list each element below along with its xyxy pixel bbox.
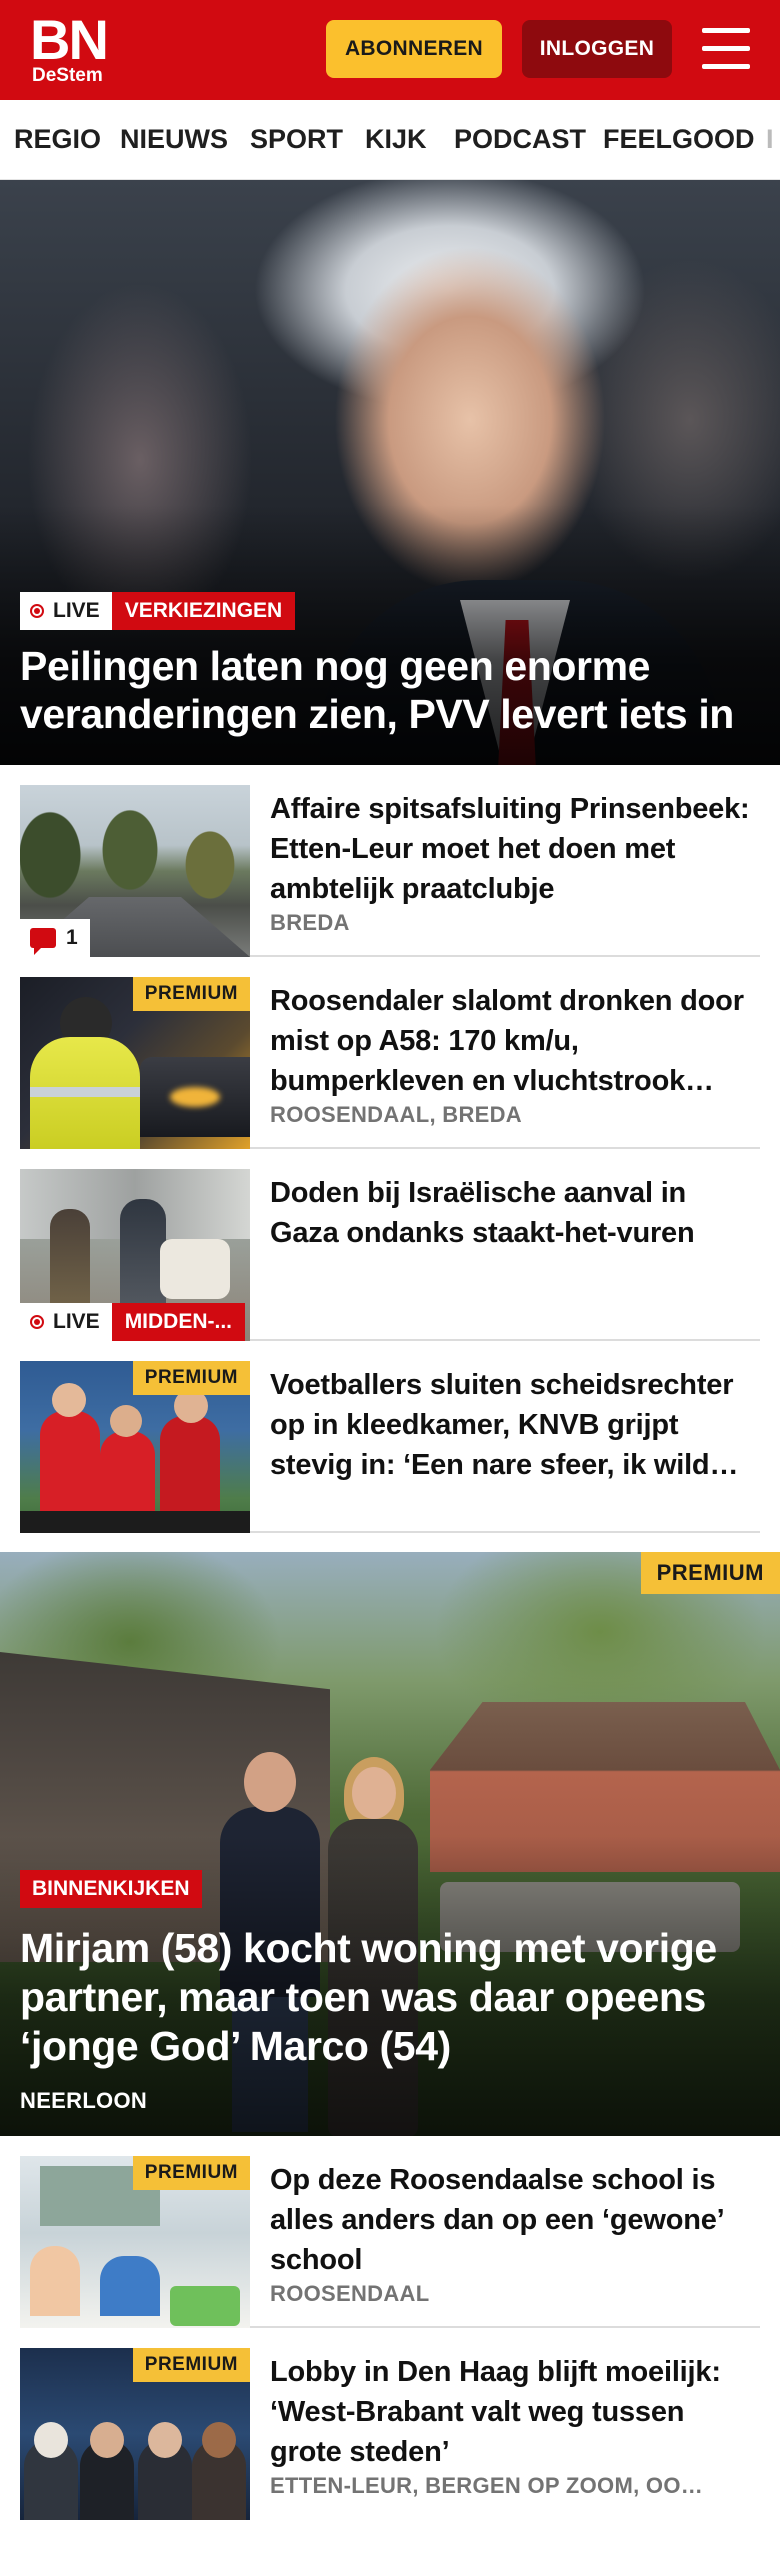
live-badge: LIVE — [20, 592, 112, 630]
nav-item-regio[interactable]: REGIO — [14, 100, 101, 179]
comment-count: 1 — [66, 926, 78, 949]
article-thumbnail: LIVE MIDDEN-... — [20, 1169, 250, 1341]
category-badge: VERKIEZINGEN — [111, 592, 296, 630]
feature-location: NEERLOON — [20, 2088, 148, 2113]
article-thumbnail: 1 — [20, 785, 250, 957]
top-bar: BN DeStem ABONNEREN INLOGGEN — [0, 0, 780, 100]
login-button[interactable]: INLOGGEN — [522, 20, 672, 78]
premium-badge: PREMIUM — [132, 1361, 250, 1395]
list-item[interactable]: PREMIUM Roosendaler slalomt dronken door… — [20, 957, 760, 1149]
section-nav: REGIO NIEUWS SPORT KIJK PODCAST FEELGOOD… — [0, 100, 780, 180]
subscribe-button[interactable]: ABONNEREN — [326, 20, 502, 78]
premium-badge: PREMIUM — [640, 1552, 780, 1594]
article-thumbnail: PREMIUM — [20, 977, 250, 1149]
article-location: ETTEN-LEUR, BERGEN OP ZOOM, OO… — [270, 2473, 704, 2498]
list-item[interactable]: PREMIUM Voetballers sluiten scheidsrech­… — [20, 1341, 760, 1533]
article-thumbnail: PREMIUM — [20, 2348, 250, 2520]
article-title[interactable]: Lobby in Den Haag blijft moeilijk: ‘West… — [270, 2352, 760, 2472]
bn-destem-logo[interactable]: BN DeStem — [30, 8, 120, 88]
list-item[interactable]: 1 Affaire spitsafsluiting Prinsen­beek: … — [20, 765, 760, 957]
article-title[interactable]: Op deze Roosendaalse school is alles and… — [270, 2160, 760, 2280]
comment-count-badge: 1 — [20, 919, 90, 957]
article-thumbnail: PREMIUM — [20, 1361, 250, 1533]
article-location: ROOSENDAAL — [270, 2281, 430, 2306]
nav-item-sport[interactable]: SPORT — [250, 100, 343, 179]
nav-item-podcast[interactable]: PODCAST — [454, 100, 586, 179]
article-thumbnail: PREMIUM — [20, 2156, 250, 2328]
article-title[interactable]: Affaire spitsafsluiting Prinsen­beek: Et… — [270, 789, 760, 909]
hero-article[interactable]: LIVE VERKIEZINGEN Peilingen laten nog ge… — [0, 180, 780, 765]
nav-item-feelgood[interactable]: FEELGOOD — [603, 100, 755, 179]
live-dot-icon — [30, 604, 44, 618]
list-item[interactable]: PREMIUM Lobby in Den Haag blijft moeilij… — [20, 2328, 760, 2560]
live-label: LIVE — [53, 1310, 100, 1333]
list-item[interactable]: LIVE MIDDEN-... Doden bij Israëlische aa… — [20, 1149, 760, 1341]
live-dot-icon — [30, 1315, 44, 1329]
logo-text-bn: BN — [30, 8, 109, 71]
article-location: BREDA — [270, 910, 350, 935]
category-badge: MIDDEN-... — [111, 1303, 246, 1341]
premium-badge: PREMIUM — [132, 2348, 250, 2382]
category-badge: BINNENKIJKEN — [20, 1870, 202, 1908]
article-title[interactable]: Doden bij Israëlische aanval in Gaza ond… — [270, 1173, 760, 1253]
live-badge: LIVE — [20, 1303, 112, 1341]
feature-title[interactable]: Mirjam (58) kocht woning met vorige part… — [20, 1924, 760, 2071]
feature-article[interactable]: PREMIUM BINNENKIJKEN Mirjam (58) kocht w… — [0, 1552, 780, 2136]
article-title[interactable]: Roosendaler slalomt dronken door mist op… — [270, 981, 760, 1101]
hero-tags: LIVE VERKIEZINGEN — [20, 592, 296, 630]
premium-badge: PREMIUM — [132, 977, 250, 1011]
nav-item-kijk[interactable]: KIJK — [365, 100, 427, 179]
thumbnail-tags: LIVE MIDDEN-... — [20, 1303, 246, 1341]
nav-item-nieuws[interactable]: NIEUWS — [120, 100, 228, 179]
hamburger-menu-icon[interactable] — [700, 26, 752, 72]
article-title[interactable]: Voetballers sluiten scheidsrech­ter op i… — [270, 1365, 760, 1485]
live-label: LIVE — [53, 599, 100, 622]
article-location: ROOSENDAAL, BREDA — [270, 1102, 522, 1127]
nav-item-more[interactable]: I — [766, 100, 774, 179]
hero-title[interactable]: Peilingen laten nog geen enorme verander… — [20, 642, 760, 738]
list-item[interactable]: PREMIUM Op deze Roosendaalse school is a… — [20, 2136, 760, 2328]
premium-badge: PREMIUM — [132, 2156, 250, 2190]
comment-icon — [30, 928, 56, 955]
